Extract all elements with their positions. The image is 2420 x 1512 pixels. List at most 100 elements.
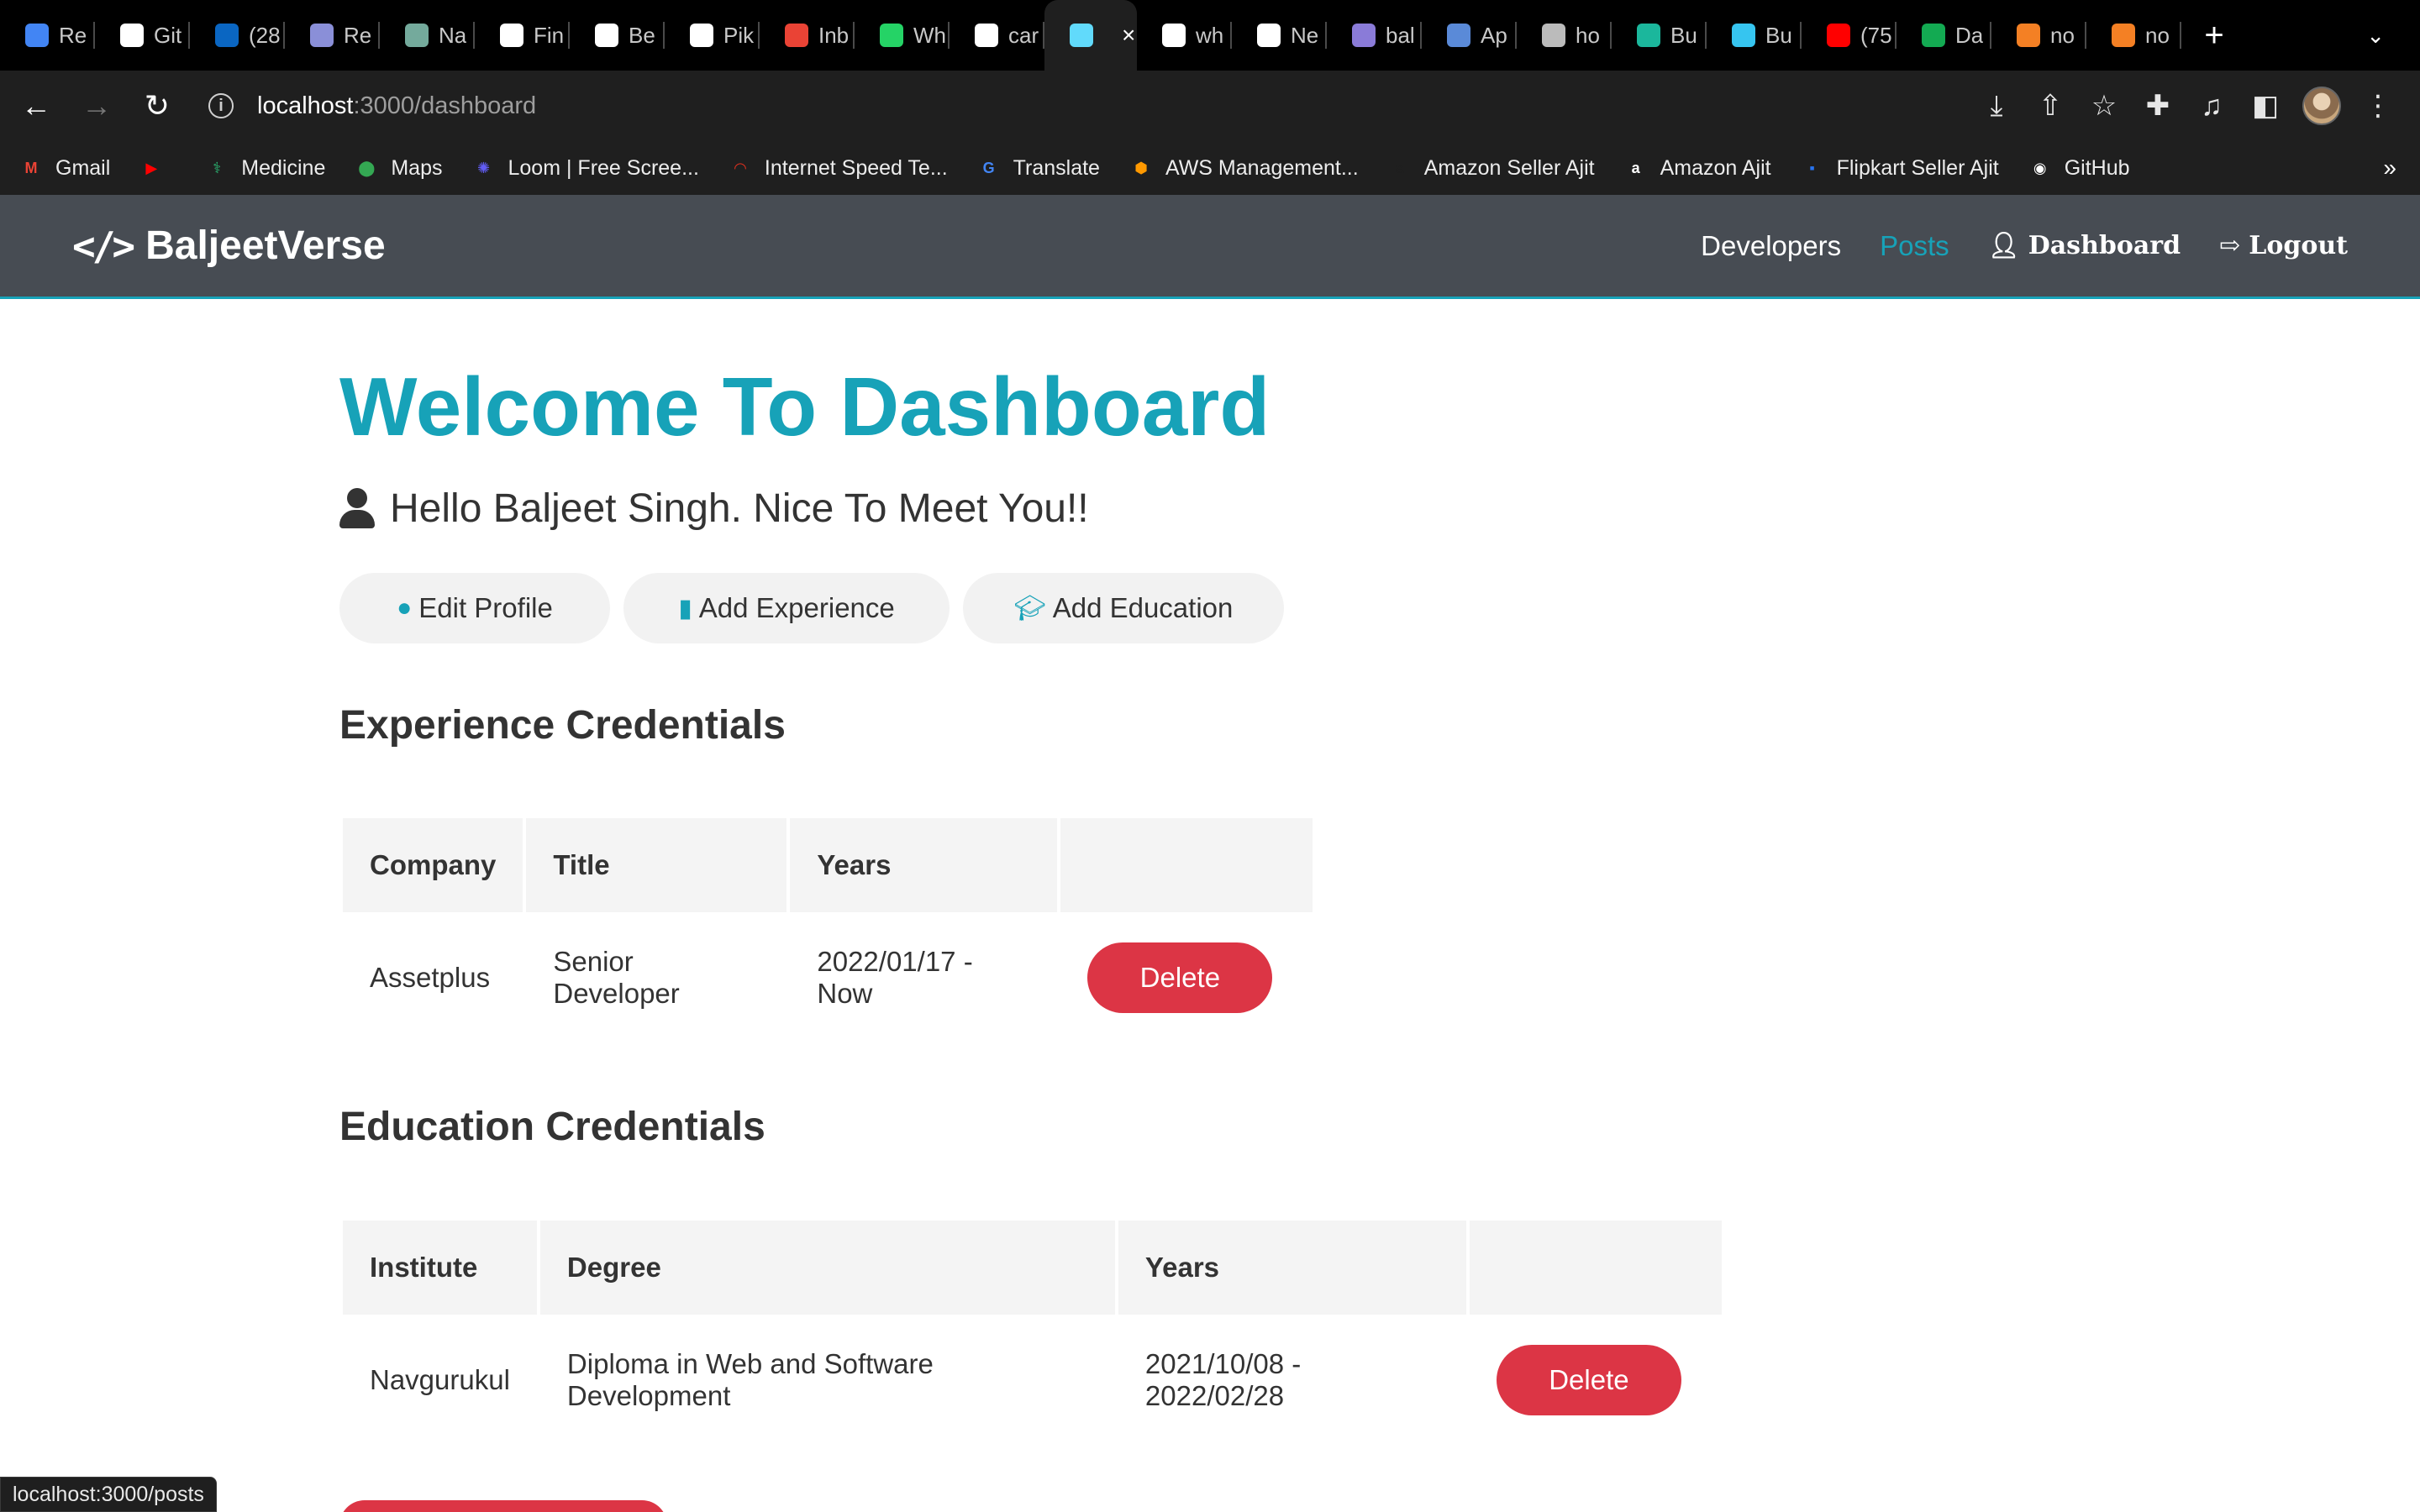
bookmark-item[interactable]: a Amazon Ajit xyxy=(1623,155,1771,181)
stackoverflow-icon xyxy=(2017,24,2040,47)
browser-tab[interactable]: Da xyxy=(1897,0,1991,71)
browser-tab[interactable]: Ne xyxy=(1232,0,1327,71)
browser-tab[interactable]: wh xyxy=(1137,0,1232,71)
toolbar-actions: ⤓ ⇧ ☆ ✚ ♫ ◧ ⋮ xyxy=(1970,71,2405,141)
browser-tab[interactable]: no xyxy=(1991,0,2086,71)
browser-tab[interactable]: Re xyxy=(285,0,380,71)
column-header: Institute xyxy=(343,1221,537,1315)
github-icon xyxy=(120,24,144,47)
browser-tab[interactable]: Wh xyxy=(855,0,950,71)
browser-tab[interactable]: Bu xyxy=(1707,0,1802,71)
bookmark-star-icon[interactable]: ☆ xyxy=(2077,79,2131,133)
gmail-icon xyxy=(785,24,808,47)
more-bookmarks-icon[interactable]: » xyxy=(2383,141,2396,195)
browser-tab[interactable]: Bu xyxy=(1612,0,1707,71)
browser-tab[interactable]: no xyxy=(2086,0,2181,71)
experience-action-cell: Delete xyxy=(1060,916,1313,1040)
globe-icon xyxy=(310,24,334,47)
loom-icon: ✺ xyxy=(476,159,491,176)
browser-tab[interactable]: bal xyxy=(1327,0,1422,71)
add-education-button[interactable]: 🎓︎ Add Education xyxy=(963,573,1284,643)
edit-profile-label: Edit Profile xyxy=(418,592,553,623)
nav-dashboard[interactable]: 👤︎ Dashboard xyxy=(1988,231,2181,260)
bookmark-item[interactable]: ◉ GitHub xyxy=(2028,155,2130,181)
browser-tab[interactable]: Fin xyxy=(475,0,570,71)
browser-tab[interactable]: Pik xyxy=(665,0,760,71)
browser-tab[interactable]: Na xyxy=(380,0,475,71)
site-info-icon[interactable]: i xyxy=(208,93,234,118)
address-bar[interactable]: i localhost:3000/dashboard xyxy=(198,79,1980,133)
browser-tab[interactable]: ho xyxy=(1517,0,1612,71)
bookmark-item[interactable]: ▶ xyxy=(139,155,176,181)
browser-tab[interactable]: Git xyxy=(95,0,190,71)
bookmark-item[interactable]: ⚕ Medicine xyxy=(204,155,325,181)
cloud-icon xyxy=(690,24,713,47)
column-header xyxy=(1469,1221,1722,1315)
bookmark-item[interactable]: ▪ Flipkart Seller Ajit xyxy=(1800,155,1998,181)
forward-icon[interactable]: → xyxy=(72,81,121,130)
extensions-icon[interactable]: ✚ xyxy=(2131,79,2185,133)
browser-tab[interactable]: Inb xyxy=(760,0,855,71)
side-panel-icon[interactable]: ◧ xyxy=(2238,79,2292,133)
tab-label: Wh xyxy=(913,22,946,48)
install-icon[interactable]: ⤓ xyxy=(1970,79,2023,133)
profile-avatar[interactable] xyxy=(2302,87,2341,125)
menu-icon[interactable]: ⋮ xyxy=(2351,79,2405,133)
amazon-icon: a xyxy=(1631,159,1640,176)
amazon-icon: a xyxy=(1395,159,1404,176)
media-controls-icon[interactable]: ♫ xyxy=(2185,79,2238,133)
column-header: Degree xyxy=(539,1221,1115,1315)
browser-tab[interactable]: (28 xyxy=(190,0,285,71)
tab-label: Re xyxy=(344,22,372,48)
new-tab-button[interactable]: + xyxy=(2186,0,2242,71)
bookmark-item[interactable]: ◠ Internet Speed Te... xyxy=(728,155,948,181)
column-header: Years xyxy=(790,818,1058,912)
add-experience-label: Add Experience xyxy=(698,592,895,623)
nav-developers[interactable]: Developers xyxy=(1701,230,1841,262)
column-header: Title xyxy=(526,818,787,912)
nav-posts[interactable]: Posts xyxy=(1880,230,1949,262)
chatgpt-icon xyxy=(405,24,429,47)
tab-list: Re Git (28 Re Na Fin Be Pik Inb Wh car × wh Ne bal Ap ho… xyxy=(0,0,2181,71)
nav-dashboard-label: Dashboard xyxy=(2028,231,2181,260)
reload-icon[interactable]: ↻ xyxy=(133,81,182,130)
bookmark-item[interactable]: ⬤ Maps xyxy=(354,155,442,181)
tab-search-icon[interactable]: ⌄ xyxy=(2366,0,2385,71)
brand-link[interactable]: </> BaljeetVerse xyxy=(72,195,386,297)
browser-tab[interactable]: Ap xyxy=(1422,0,1517,71)
nav-logout[interactable]: ⇨ Logout xyxy=(2219,231,2348,260)
bookmark-item[interactable]: ✺ Loom | Free Scree... xyxy=(471,155,699,181)
add-experience-button[interactable]: ▮ Add Experience xyxy=(623,573,950,643)
bookmark-item[interactable]: G Translate xyxy=(976,155,1100,181)
tab-label: no xyxy=(2145,22,2170,48)
globe-icon xyxy=(1447,24,1470,47)
bookmark-label: Gmail xyxy=(55,155,111,180)
tab-label: Ne xyxy=(1291,22,1319,48)
graduation-cap-icon: 🎓︎ xyxy=(1013,594,1046,622)
browser-tab[interactable]: car xyxy=(950,0,1044,71)
greeting-text: Hello Baljeet Singh. Nice To Meet You!! xyxy=(390,486,1089,531)
experience-heading: Experience Credentials xyxy=(339,703,786,748)
delete-account-button[interactable] xyxy=(339,1500,667,1512)
share-icon[interactable]: ⇧ xyxy=(2023,79,2077,133)
translate-icon: G xyxy=(982,159,995,176)
browser-tab[interactable]: Re xyxy=(0,0,95,71)
bookmark-item[interactable]: a Amazon Seller Ajit xyxy=(1387,155,1595,181)
bookmark-item[interactable]: ⬢ AWS Management... xyxy=(1128,155,1359,181)
edit-profile-button[interactable]: ● Edit Profile xyxy=(339,573,610,643)
back-icon[interactable]: ← xyxy=(12,81,60,130)
browser-tab[interactable]: (75 xyxy=(1802,0,1897,71)
briefcase-icon: ▮ xyxy=(678,594,692,622)
close-tab-icon[interactable]: × xyxy=(1122,22,1135,49)
tab-label: ho xyxy=(1576,22,1600,48)
url-host: localhost xyxy=(257,92,354,119)
experience-company: Assetplus xyxy=(370,962,491,993)
bookmark-item[interactable]: M Gmail xyxy=(18,155,111,181)
user-icon xyxy=(339,487,375,530)
delete-experience-button[interactable]: Delete xyxy=(1087,942,1273,1013)
tab-label: Be xyxy=(629,22,655,48)
browser-tab[interactable]: Be xyxy=(570,0,665,71)
delete-education-button[interactable]: Delete xyxy=(1496,1345,1681,1415)
tab-label: Da xyxy=(1955,22,1984,48)
browser-tab[interactable]: × xyxy=(1044,0,1137,71)
